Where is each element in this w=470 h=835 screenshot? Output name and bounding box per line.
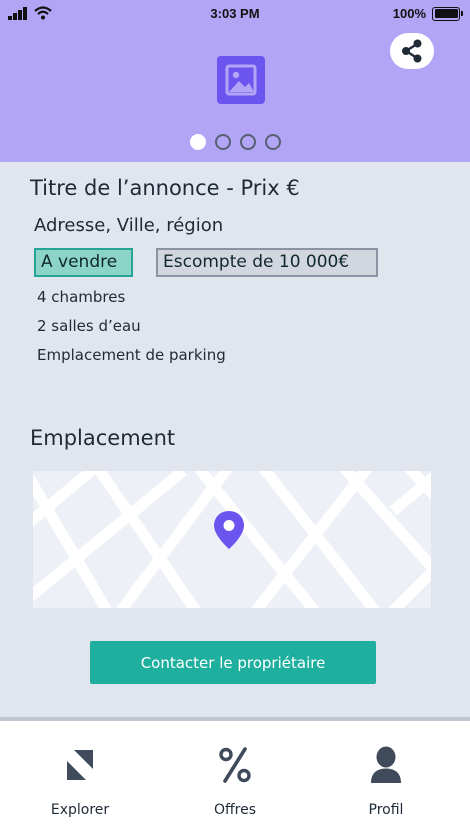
discount-badge: Escompte de 10 000€ bbox=[156, 248, 378, 277]
tab-explorer[interactable]: Explorer bbox=[2, 721, 158, 835]
percent-icon bbox=[157, 745, 313, 785]
image-icon bbox=[217, 56, 265, 104]
carousel-dot-3[interactable] bbox=[239, 134, 256, 150]
carousel-dot-2[interactable] bbox=[214, 134, 231, 150]
explore-icon bbox=[2, 745, 158, 785]
tab-explorer-label: Explorer bbox=[50, 802, 110, 818]
listing-address: Adresse, Ville, région bbox=[34, 215, 224, 236]
tab-offres-label: Offres bbox=[213, 802, 257, 818]
feature-bedrooms: 4 chambres bbox=[37, 288, 126, 306]
feature-bathrooms: 2 salles d’eau bbox=[37, 317, 141, 335]
share-button[interactable] bbox=[390, 33, 434, 69]
share-icon bbox=[402, 39, 422, 63]
contact-owner-button[interactable]: Contacter le propriétaire bbox=[90, 641, 376, 684]
user-icon bbox=[308, 745, 464, 785]
status-badge: A vendre bbox=[34, 248, 133, 277]
image-gallery[interactable] bbox=[0, 28, 470, 162]
bottom-tab-bar: Explorer Offres Profil bbox=[0, 721, 470, 835]
listing-title: Titre de l’annonce - Prix € bbox=[30, 176, 300, 200]
tab-profil-label: Profil bbox=[368, 802, 404, 818]
feature-parking: Emplacement de parking bbox=[37, 346, 226, 364]
battery-icon bbox=[432, 6, 463, 21]
carousel-dot-4[interactable] bbox=[264, 134, 281, 150]
battery-percent: 100% bbox=[392, 6, 426, 21]
status-bar: 3:03 PM 100% bbox=[0, 0, 470, 28]
carousel-dots bbox=[0, 134, 470, 150]
carousel-dot-1[interactable] bbox=[189, 134, 206, 150]
tab-offres[interactable]: Offres bbox=[157, 721, 313, 835]
location-map[interactable] bbox=[33, 471, 431, 608]
tab-profil[interactable]: Profil bbox=[308, 721, 464, 835]
battery-status: 100% bbox=[392, 6, 463, 21]
location-heading: Emplacement bbox=[30, 426, 176, 450]
